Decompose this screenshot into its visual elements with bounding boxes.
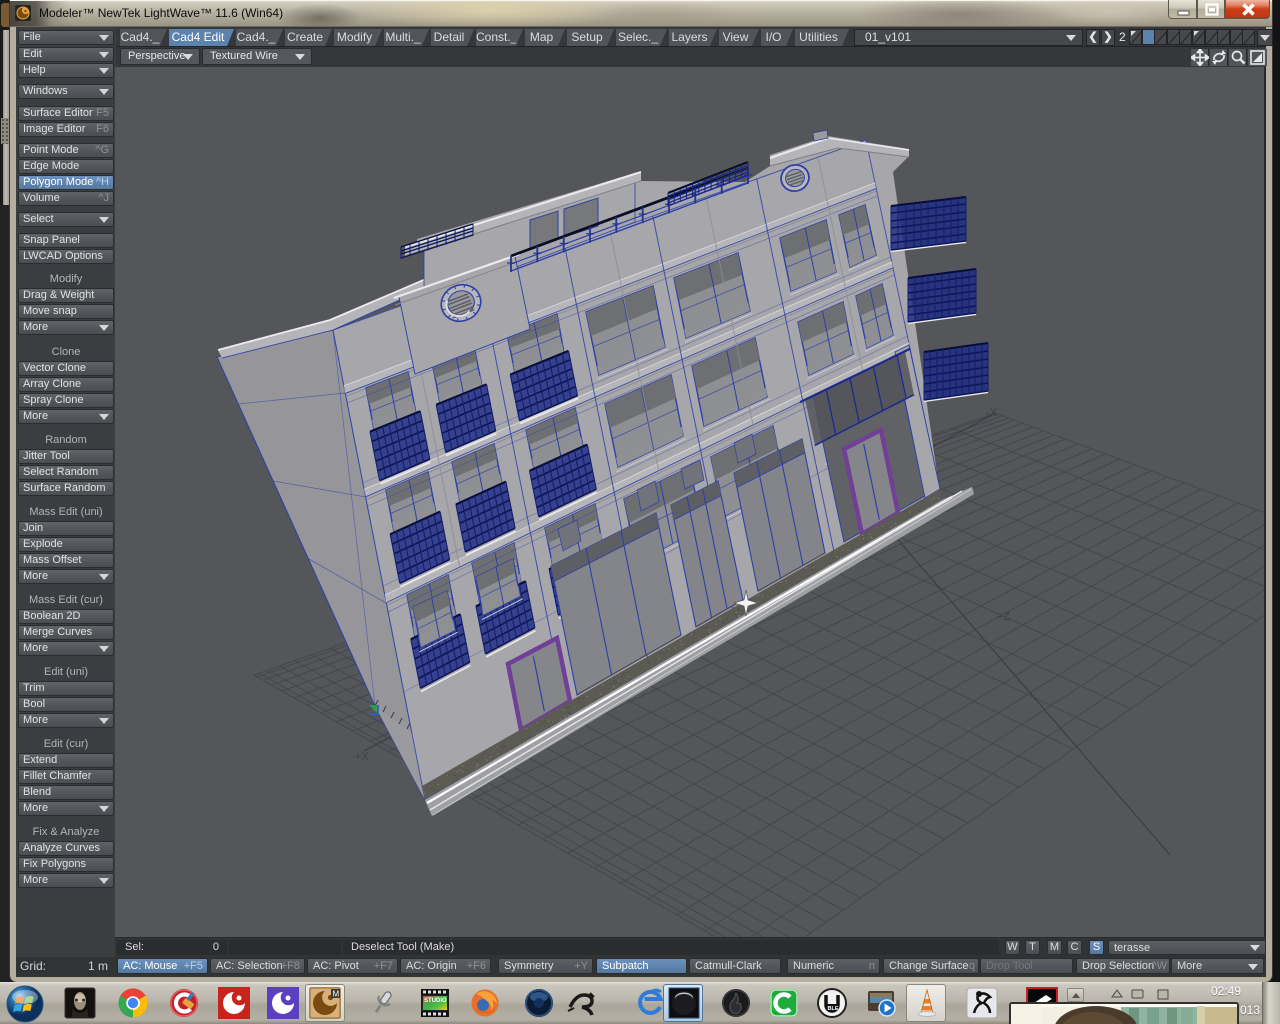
svg-text:M: M — [333, 990, 340, 999]
svg-text:-X: -X — [986, 407, 998, 419]
svg-text:STUDIO: STUDIO — [424, 998, 447, 1004]
svg-text:BLE: BLE — [828, 1006, 839, 1012]
svg-text:+X: +X — [355, 751, 369, 763]
svg-text:+Z: +Z — [997, 611, 1010, 623]
